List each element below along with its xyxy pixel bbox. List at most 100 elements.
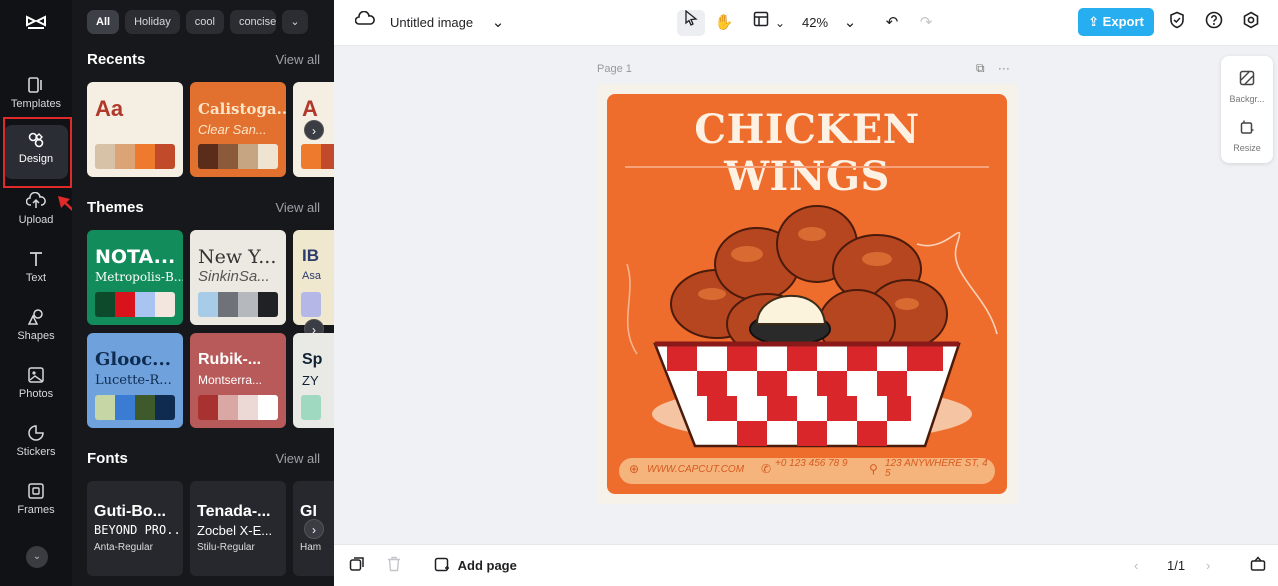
rail-item-stickers[interactable]: Stickers [4, 418, 68, 472]
themes-view-all-link[interactable]: View all [275, 200, 320, 215]
highlight-box [3, 117, 72, 188]
poster-website[interactable]: WWW.CAPCUT.COM [647, 464, 744, 475]
add-page-button[interactable]: Add page [434, 556, 517, 576]
section-title-recents: Recents [87, 51, 146, 68]
top-bar: Untitled image ⌄ ✋ ⌄ 42% ⌄ ↶ ↷ ⇪ Export [334, 0, 1278, 46]
cloud-icon[interactable] [353, 10, 377, 35]
theme-card[interactable]: NOTA... Metropolis-B... [87, 230, 183, 325]
more-options-icon[interactable]: ··· [998, 61, 1010, 75]
filter-chips: All Holiday cool concise ⌄ [87, 10, 308, 34]
templates-icon [4, 70, 68, 96]
card-subheading: Asa [302, 270, 321, 282]
chevron-down-icon[interactable]: ⌄ [768, 11, 792, 35]
chevron-down-icon[interactable]: ⌄ [838, 11, 862, 35]
page-options: ⧉ ··· [976, 61, 1010, 76]
fonts-view-all-link[interactable]: View all [275, 451, 320, 466]
page-label: Page 1 [597, 63, 632, 75]
theme-card[interactable]: IB Asa [293, 230, 334, 325]
rail-item-label: Text [25, 272, 47, 284]
font-tertiary: Anta-Regular [94, 542, 153, 553]
section-title-fonts: Fonts [87, 450, 128, 467]
poster-divider [625, 166, 989, 168]
chevron-right-icon[interactable]: › [304, 120, 324, 140]
font-primary: Guti-Bo... [94, 503, 166, 520]
side-tools: Backgr... Resize [1221, 56, 1273, 163]
artboard[interactable]: CHICKEN WINGS ⊕ WWW.CAPCUT.COM ✆ +0 123 … [597, 84, 1018, 504]
redo-icon[interactable]: ↷ [914, 11, 938, 35]
recent-card[interactable]: Aa [87, 82, 183, 177]
frames-icon [4, 476, 68, 502]
poster-address[interactable]: 123 ANYWHERE ST, 4 5 [885, 459, 993, 479]
rail-item-shapes[interactable]: Shapes [4, 302, 68, 356]
zoom-level[interactable]: 42% [802, 12, 828, 34]
font-secondary: Zocbel X-E... [197, 523, 273, 538]
globe-icon: ⊕ [629, 462, 640, 476]
trash-icon[interactable] [387, 556, 401, 578]
chevron-down-icon[interactable]: ⌄ [281, 10, 308, 34]
rail-item-label: Templates [10, 98, 62, 110]
font-card[interactable]: Guti-Bo... BEYOND PRO... Anta-Regular [87, 481, 183, 576]
font-tertiary: Stilu-Regular [197, 542, 255, 553]
prev-page-icon[interactable]: ‹ [1134, 556, 1138, 576]
palette-swatches [198, 395, 278, 420]
palette-swatches [95, 292, 175, 317]
section-title-themes: Themes [87, 199, 144, 216]
photos-icon [4, 360, 68, 386]
recents-view-all-link[interactable]: View all [275, 52, 320, 67]
canvas-area[interactable]: Page 1 ⧉ ··· CHICKEN WINGS ⊕ WWW.CAPCUT.… [334, 46, 1278, 544]
shapes-icon [4, 302, 68, 328]
chip-concise[interactable]: concise [229, 10, 276, 34]
rail-item-templates[interactable]: Templates [4, 70, 68, 124]
hand-tool-icon[interactable]: ✋ [712, 11, 736, 35]
resize-tool[interactable]: Resize [1221, 119, 1273, 153]
rail-item-photos[interactable]: Photos [4, 360, 68, 414]
card-heading: IB [302, 246, 319, 265]
contact-bar[interactable]: ⊕ WWW.CAPCUT.COM ✆ +0 123 456 78 9 ⚲ 123… [619, 458, 995, 484]
layers-icon[interactable] [349, 556, 365, 578]
duplicate-page-icon[interactable]: ⧉ [976, 61, 985, 75]
poster-design[interactable]: CHICKEN WINGS ⊕ WWW.CAPCUT.COM ✆ +0 123 … [607, 94, 1007, 494]
rail-item-label: Frames [17, 504, 55, 516]
recent-card[interactable]: Calistoga... Clear San... [190, 82, 286, 177]
export-button[interactable]: ⇪ Export [1078, 8, 1154, 36]
theme-card[interactable]: Rubik-... Montserra... [190, 333, 286, 428]
next-page-icon[interactable]: › [1206, 556, 1210, 576]
font-tertiary: Ham [300, 542, 322, 553]
select-tool-icon[interactable] [677, 9, 705, 36]
theme-card[interactable]: Glooc... Lucette-R... [87, 333, 183, 428]
font-card[interactable]: Tenada-... Zocbel X-E... Stilu-Regular [190, 481, 286, 576]
background-tool[interactable]: Backgr... [1221, 70, 1273, 104]
card-heading: Glooc... [95, 349, 171, 370]
chicken-wings-illustration[interactable] [607, 174, 1007, 454]
capcut-logo-icon[interactable] [24, 10, 48, 34]
card-heading: Aa [95, 96, 124, 121]
stickers-icon [4, 418, 68, 444]
add-page-icon [434, 557, 454, 573]
poster-phone[interactable]: +0 123 456 78 9 [775, 459, 861, 469]
chevron-down-icon[interactable]: ⌄ [486, 11, 510, 35]
chevron-down-icon[interactable]: ⌄ [26, 546, 48, 568]
resize-label: Resize [1233, 143, 1261, 153]
undo-icon[interactable]: ↶ [880, 11, 904, 35]
chip-all[interactable]: All [87, 10, 120, 34]
chip-holiday[interactable]: Holiday [125, 10, 180, 34]
document-title[interactable]: Untitled image [390, 12, 473, 34]
page-count: 1/1 [1167, 558, 1186, 573]
help-icon[interactable] [1202, 11, 1226, 35]
palette-swatches [95, 395, 175, 420]
card-heading: New Y... [198, 246, 277, 268]
collapse-panel-icon[interactable] [1250, 556, 1266, 578]
font-primary: Tenada-... [197, 503, 271, 520]
chevron-right-icon[interactable]: › [304, 519, 324, 539]
theme-card[interactable]: New Y... SinkinSa... [190, 230, 286, 325]
rail-item-frames[interactable]: Frames [4, 476, 68, 530]
shield-icon[interactable] [1165, 11, 1189, 35]
location-pin-icon: ⚲ [869, 462, 878, 476]
chip-cool[interactable]: cool [185, 10, 224, 34]
export-label: Export [1102, 14, 1144, 29]
rail-item-text[interactable]: Text [4, 244, 68, 298]
upload-icon: ⇪ [1088, 14, 1103, 29]
theme-card[interactable]: Sp ZY [293, 333, 334, 428]
card-subheading: Montserra... [198, 373, 263, 387]
gear-icon[interactable] [1239, 11, 1263, 35]
